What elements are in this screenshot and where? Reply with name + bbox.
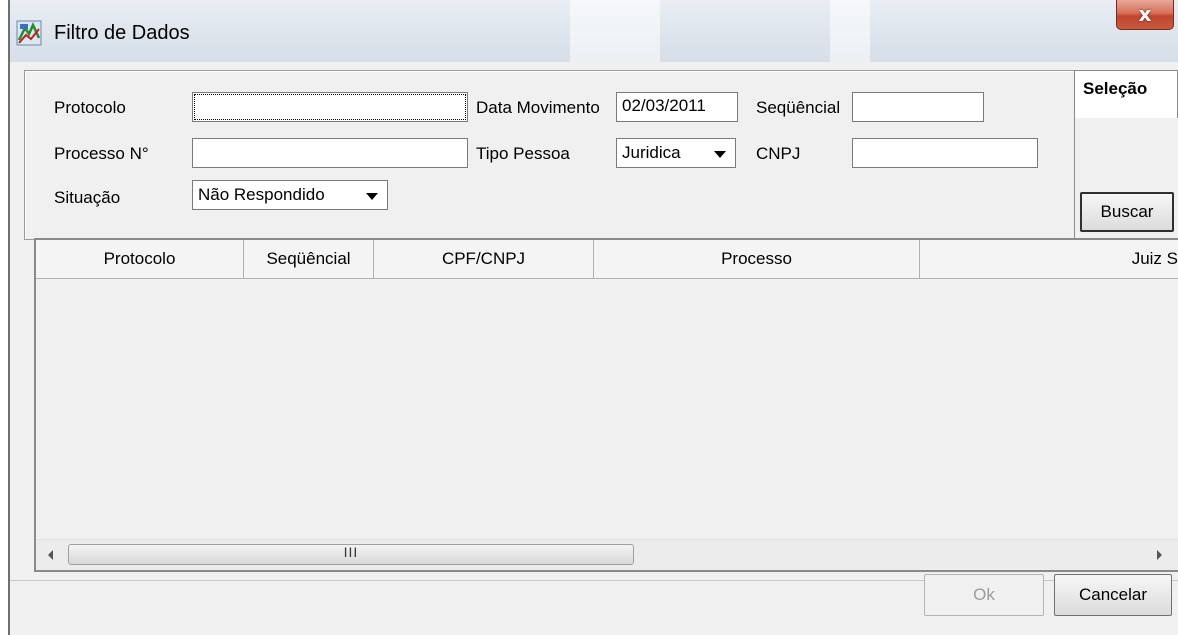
results-grid[interactable]: Protocolo Seqüêncial CPF/CNPJ Processo J… — [34, 238, 1178, 572]
cnpj-label: CNPJ — [756, 144, 801, 163]
ok-button[interactable]: Ok — [924, 574, 1044, 616]
close-icon: x — [1138, 2, 1152, 26]
situacao-label: Situação — [54, 188, 121, 207]
dialog-client: Protocolo Data Movimento 02/03/2011 Seqü… — [10, 62, 1178, 635]
protocolo-input[interactable] — [192, 92, 468, 122]
tab-selecao-label: Seleção — [1083, 79, 1148, 98]
sequencial-input[interactable] — [852, 92, 984, 122]
tab-selecao[interactable]: Seleção — [1074, 70, 1178, 118]
column-header-cpf-cnpj[interactable]: CPF/CNPJ — [374, 240, 594, 278]
title-bar: Filtro de Dados x — [10, 0, 1178, 62]
window-title: Filtro de Dados — [54, 22, 190, 44]
processo-input[interactable] — [192, 138, 468, 168]
close-button[interactable]: x — [1116, 0, 1174, 30]
processo-label: Processo N° — [54, 144, 149, 163]
data-movimento-label: Data Movimento — [476, 98, 600, 117]
app-icon — [16, 20, 42, 46]
scrollbar-thumb[interactable]: III — [68, 544, 634, 565]
tipo-pessoa-label: Tipo Pessoa — [476, 144, 570, 163]
protocolo-label: Protocolo — [54, 98, 126, 117]
scroll-left-icon[interactable] — [36, 540, 66, 570]
cnpj-input[interactable] — [852, 138, 1038, 168]
column-header-protocolo[interactable]: Protocolo — [36, 240, 244, 278]
tipo-pessoa-select[interactable]: Juridica — [616, 138, 736, 168]
ok-button-label: Ok — [973, 585, 995, 604]
cancelar-button-label: Cancelar — [1078, 585, 1148, 604]
dialog-window: Filtro de Dados x Protocolo Data Movimen… — [8, 0, 1178, 635]
tipo-pessoa-value: Juridica — [622, 143, 681, 162]
situacao-select[interactable]: Não Respondido — [192, 180, 388, 210]
horizontal-scrollbar[interactable]: III — [36, 539, 1178, 570]
column-header-sequencial[interactable]: Seqüêncial — [244, 240, 374, 278]
buscar-button[interactable]: Buscar — [1080, 192, 1174, 232]
scrollbar-grip: III — [343, 544, 359, 560]
sequencial-label: Seqüêncial — [756, 98, 841, 117]
chevron-down-icon — [361, 186, 383, 206]
scroll-right-icon[interactable] — [1144, 540, 1174, 570]
situacao-value: Não Respondido — [198, 185, 325, 204]
data-movimento-input[interactable]: 02/03/2011 — [616, 92, 738, 122]
column-header-juiz[interactable]: Juiz S — [920, 240, 1178, 278]
chevron-down-icon — [709, 144, 731, 164]
column-header-processo[interactable]: Processo — [594, 240, 920, 278]
buscar-button-label: Buscar — [1100, 202, 1154, 221]
grid-header: Protocolo Seqüêncial CPF/CNPJ Processo J… — [36, 240, 1178, 279]
cancelar-button[interactable]: Cancelar — [1054, 574, 1172, 616]
